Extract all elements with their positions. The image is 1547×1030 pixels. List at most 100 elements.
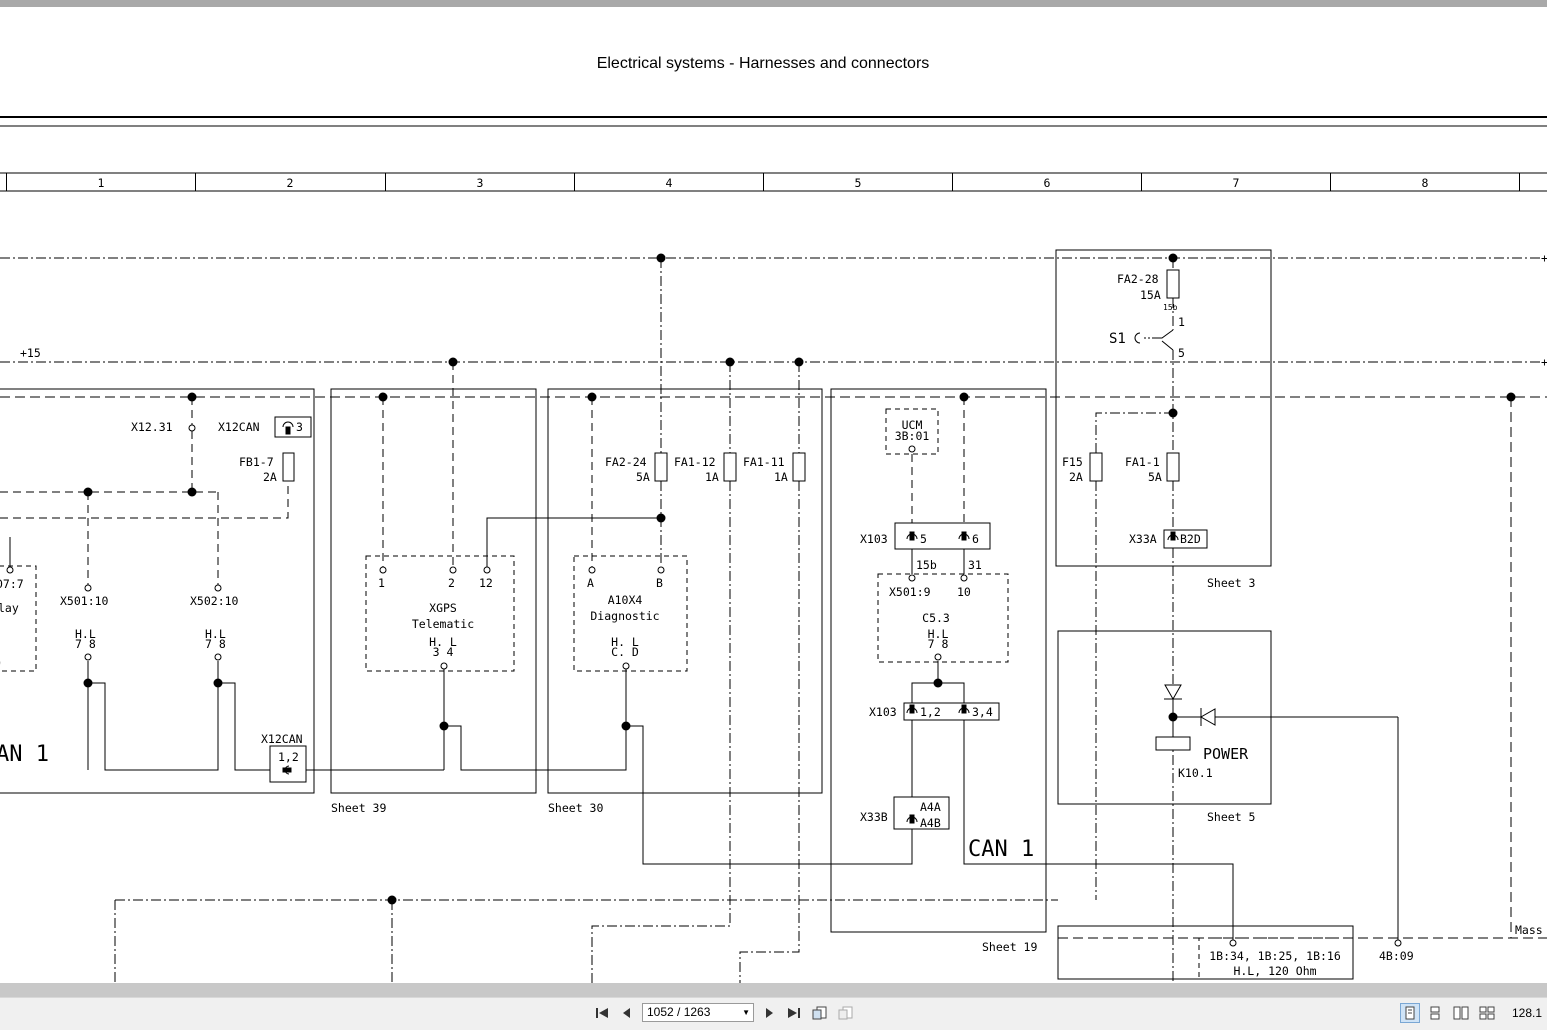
label-a10-pin-b: B [656,576,663,590]
label-x33b-a4a: A4A [920,800,941,814]
sheet-box-39 [330,388,537,794]
label-xgps-pin-12: 12 [479,576,493,590]
fuse-fb1-7 [282,452,295,482]
fuse-fa1-12 [723,452,737,482]
column-label-2: 2 [287,176,294,190]
continuous-facing-icon [1479,1006,1495,1020]
fuses [282,269,1180,482]
go-back-button[interactable] [810,1003,830,1023]
label-fa2-28: FA2-28 [1117,272,1159,286]
label-hl-a-pins: 7 8 [75,637,96,651]
label-x103-b: X103 [869,705,897,719]
rail-label-mass: Mass [1515,923,1543,937]
label-15b: 15b [916,558,937,572]
first-page-button[interactable] [592,1003,612,1023]
label-fa1-12-rating: 1A [705,470,719,484]
next-page-icon [766,1008,773,1018]
fuse-f15 [1089,452,1103,482]
label-xgps-pin-1: 1 [378,576,385,590]
sheet-label-3: Sheet 3 [1207,576,1256,590]
label-bus-pins: 1B:34, 1B:25, 1B:16 [1209,949,1341,963]
label-x33a-pin: B2D [1180,532,1201,546]
label-x12-31: X12.31 [131,420,173,434]
label-fa2-24-rating: 5A [636,470,650,484]
viewer-toolbar: 1052 / 1263 ▼ 128.1 [0,997,1547,1030]
label-s1-pin-5: 5 [1178,346,1185,360]
column-label-3: 3 [477,176,484,190]
previous-page-icon [623,1008,630,1018]
label-x07-7: 07:7 [0,577,24,591]
label-x103-pin-6: 6 [972,532,979,546]
label-xgps-desc: Telematic [412,617,474,631]
continuous-facing-view-button[interactable] [1477,1003,1497,1023]
label-fa2-28-rating: 15A [1140,288,1161,302]
column-grid [0,172,1547,192]
go-back-icon [812,1006,827,1020]
sheet-label-5: Sheet 5 [1207,810,1255,824]
sheet-label-19: Sheet 19 [982,940,1037,954]
label-s1-pin-1: 1 [1178,315,1185,329]
label-bus-term: H.L, 120 Ohm [1233,964,1316,978]
label-can1-left: AN 1 [0,742,49,767]
label-x33a: X33A [1129,532,1157,546]
previous-page-button[interactable] [617,1003,637,1023]
label-a10-pin-a: A [587,576,594,590]
label-relay: lay [0,601,19,615]
label-a10x4-desc: Diagnostic [590,609,659,623]
last-page-icon [788,1008,800,1018]
label-a10x4-name: A10X4 [608,593,643,607]
fuse-fa1-11 [792,452,806,482]
label-x103-a: X103 [860,532,888,546]
label-f15: F15 [1062,455,1083,469]
component-labels: X12.31 X12CAN 3 FB1-7 2A 07:7 lay 0 X501… [0,272,1414,978]
column-label-7: 7 [1233,176,1240,190]
rail-label-plus-b: + [1541,355,1547,369]
label-10: 10 [957,585,971,599]
label-fa2-24: FA2-24 [605,455,647,469]
label-a10x4-hl-pins: C. D [611,645,639,659]
last-page-button[interactable] [784,1003,804,1023]
zoom-level[interactable]: 128.1 [1512,1006,1542,1020]
go-forward-icon [838,1006,853,1020]
column-label-6: 6 [1044,176,1051,190]
label-c5-3-pins: 7 8 [928,637,949,651]
go-forward-button[interactable] [836,1003,856,1023]
label-x501-10: X501:10 [60,594,109,608]
label-hl-b-pins: 7 8 [205,637,226,651]
label-4b-09: 4B:09 [1379,949,1414,963]
facing-view-button[interactable] [1451,1003,1471,1023]
label-x33b-a4b: A4B [920,816,941,830]
column-label-4: 4 [666,176,673,190]
sheet-label-39: Sheet 39 [331,801,386,815]
label-power: POWER [1203,745,1249,763]
page-indicator: 1052 / 1263 [647,1005,711,1019]
label-x502-10: X502:10 [190,594,239,608]
label-k10-1: K10.1 [1178,766,1213,780]
sheet-label-30: Sheet 30 [548,801,603,815]
label-xgps-hl-pins: 3 4 [433,645,454,659]
column-label-5: 5 [855,176,862,190]
label-fb1-7-rating: 2A [263,470,277,484]
wiring-schematic: 1 2 3 4 5 6 7 8 +15 + + Mass Sheet 39 Sh… [0,116,1547,983]
fuse-fa2-24 [654,452,668,482]
label-c5-3: C5.3 [922,611,950,625]
single-page-view-button[interactable] [1400,1003,1420,1023]
label-fa1-1: FA1-1 [1125,455,1160,469]
label-x12can-b: X12CAN [261,732,303,746]
label-x103-pin-5: 5 [920,532,927,546]
continuous-view-button[interactable] [1425,1003,1445,1023]
label-31: 31 [968,558,982,572]
next-page-button[interactable] [759,1003,779,1023]
label-ucm-pin: 3B:01 [895,429,930,443]
chevron-down-icon: ▼ [742,1008,750,1017]
label-fa1-11: FA1-11 [743,455,785,469]
sheet-box-30 [547,388,823,794]
continuous-page-icon [1430,1006,1440,1020]
switch-s1 [1134,329,1174,351]
label-fb1-7: FB1-7 [239,455,274,469]
horizontal-scrollbar[interactable] [0,983,1547,997]
label-xgps-pin-2: 2 [448,576,455,590]
page-number-input[interactable]: 1052 / 1263 ▼ [642,1003,754,1022]
sheet-box-3 [1055,249,1272,567]
single-page-icon [1405,1006,1415,1020]
